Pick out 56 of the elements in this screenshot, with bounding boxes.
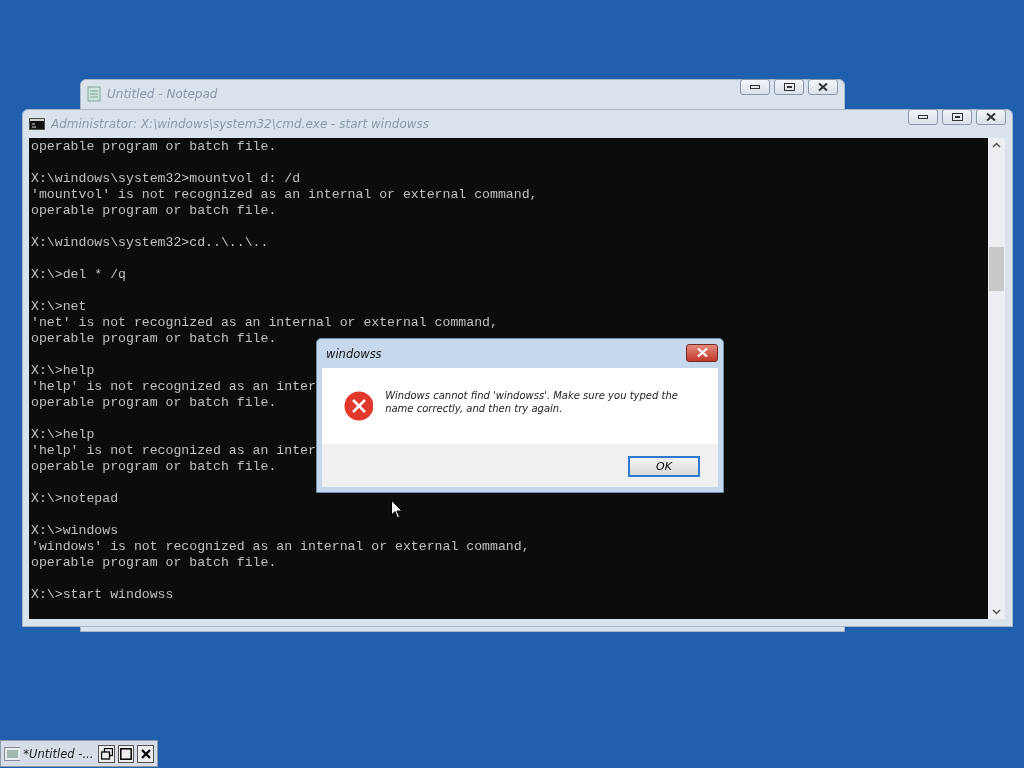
close-button[interactable] xyxy=(686,343,718,362)
close-icon xyxy=(818,83,828,91)
maximize-icon xyxy=(120,747,133,760)
error-icon xyxy=(344,391,374,421)
console-line: X:\>del * /q xyxy=(31,267,126,282)
error-message: Windows cannot find 'windowss'. Make sure you typed the name correctly, and then try again. xyxy=(385,389,679,415)
minimize-button[interactable] xyxy=(908,109,938,125)
console-line: X:\>help xyxy=(31,427,95,442)
maximize-icon xyxy=(783,83,795,91)
console-line: operable program or batch file. xyxy=(31,331,277,346)
mouse-pointer-icon xyxy=(391,500,403,519)
restore-icon xyxy=(100,747,113,760)
close-icon xyxy=(140,748,151,759)
window-title: Untitled - Notepad xyxy=(107,87,218,101)
close-icon xyxy=(696,348,708,357)
maximize-button[interactable] xyxy=(774,79,804,95)
console-line: 'help' is not recognized as an inter xyxy=(31,443,316,458)
minimize-icon xyxy=(750,84,760,90)
console-line: operable program or batch file. xyxy=(31,203,277,218)
console-line: 'mountvol' is not recognized as an internal or external command, xyxy=(31,187,538,202)
console-line: operable program or batch file. xyxy=(31,139,277,154)
minimize-button[interactable] xyxy=(740,79,770,95)
console-icon xyxy=(29,118,45,130)
close-icon xyxy=(986,113,996,121)
scroll-up-icon[interactable] xyxy=(992,142,1001,148)
notepad-icon xyxy=(87,86,101,102)
window-title: *Untitled -... xyxy=(23,746,94,761)
console-line: 'help' is not recognized as an inter xyxy=(31,379,316,394)
console-line: operable program or batch file. xyxy=(31,459,277,474)
close-button[interactable] xyxy=(976,109,1006,125)
console-line: X:\>net xyxy=(31,299,87,314)
console-line: X:\windows\system32>cd..\..\.. xyxy=(31,235,269,250)
ok-button[interactable]: OK xyxy=(628,456,700,477)
maximize-button[interactable] xyxy=(942,109,972,125)
console-line: operable program or batch file. xyxy=(31,395,277,410)
dialog-title: windowss xyxy=(326,346,382,361)
console-line: 'net' is not recognized as an internal or external command, xyxy=(31,315,498,330)
console-line: X:\windows\system32>mountvol d: /d xyxy=(31,171,301,186)
console-line: operable program or batch file. xyxy=(31,555,277,570)
maximize-icon xyxy=(951,113,963,121)
close-button[interactable] xyxy=(137,744,154,763)
console-line: 'windows' is not recognized as an internal or external command, xyxy=(31,539,530,554)
console-line: X:\>help xyxy=(31,363,95,378)
restore-button[interactable] xyxy=(98,744,115,763)
close-button[interactable] xyxy=(808,79,838,95)
console-line: X:\>windows xyxy=(31,523,119,538)
console-line: X:\>start windowss xyxy=(31,587,174,602)
maximize-button[interactable] xyxy=(117,744,135,763)
console-line: X:\>notepad xyxy=(31,491,119,506)
scrollbar[interactable] xyxy=(988,138,1005,619)
minimize-icon xyxy=(918,114,928,120)
notepad-icon xyxy=(4,746,21,761)
scroll-thumb[interactable] xyxy=(989,247,1004,291)
scroll-down-icon[interactable] xyxy=(992,609,1001,615)
minimized-window[interactable]: *Untitled -... xyxy=(0,740,158,767)
window-title: Administrator: X:\windows\system32\cmd.exe - start windowss xyxy=(51,117,430,131)
